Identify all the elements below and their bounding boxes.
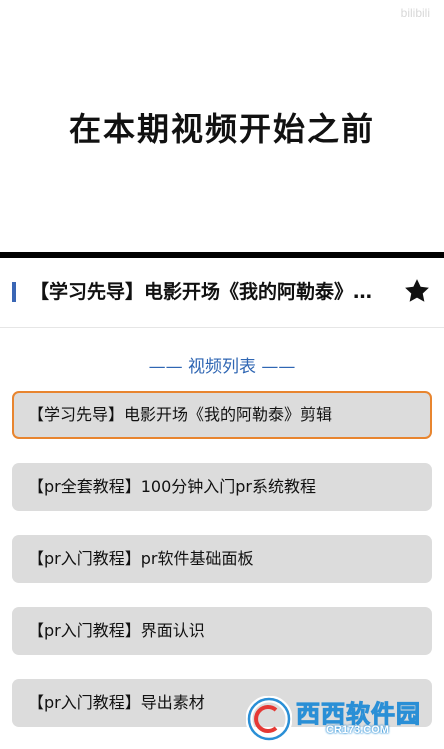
playlist-item[interactable]: 【学习先导】电影开场《我的阿勒泰》剪辑 (12, 391, 432, 439)
logo-url: CR173.COM (326, 724, 389, 736)
playlist-item[interactable]: 【pr全套教程】100分钟入门pr系统教程 (12, 463, 432, 511)
title-accent-bar (12, 282, 16, 302)
playlist-heading: —— 视频列表 —— (148, 357, 296, 377)
video-title: 【学习先导】电影开场《我的阿勒泰》剪辑 (30, 281, 390, 303)
cr-logo-icon (246, 696, 292, 742)
video-subtitle: 在本期视频开始之前 (68, 110, 375, 148)
favorite-button[interactable] (402, 276, 432, 306)
site-watermark-logo: 西西软件园 CR173.COM (242, 692, 440, 746)
video-title-bar: 【学习先导】电影开场《我的阿勒泰》剪辑 (0, 258, 444, 328)
playlist-item[interactable]: 【pr入门教程】pr软件基础面板 (12, 535, 432, 583)
video-player[interactable]: bilibili 在本期视频开始之前 (0, 0, 444, 252)
playlist-item[interactable]: 【pr入门教程】界面认识 (12, 607, 432, 655)
star-icon (405, 279, 429, 302)
video-watermark: bilibili (400, 6, 430, 20)
